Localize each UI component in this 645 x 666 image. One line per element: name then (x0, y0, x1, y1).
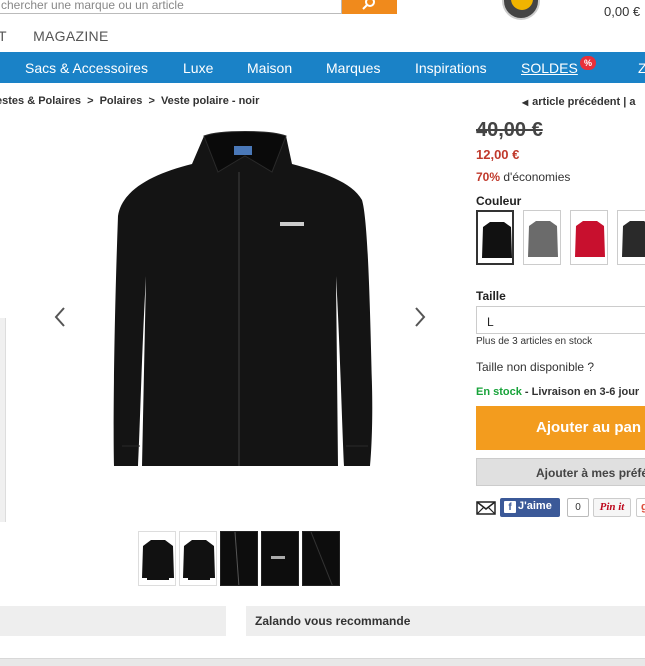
chevron-left-icon (54, 307, 65, 327)
add-to-wishlist-button[interactable]: Ajouter à mes préfé (476, 458, 645, 486)
facebook-icon: f (504, 501, 516, 513)
breadcrumb-item[interactable]: estes & Polaires (0, 95, 81, 107)
sale-badge: % (580, 56, 596, 70)
reebok-logo (280, 222, 304, 226)
nav-item-maison[interactable]: Maison (247, 60, 292, 76)
chevron-right-icon (415, 307, 426, 327)
discount-label: d'économies (503, 170, 571, 184)
size-unavailable-link[interactable]: Taille non disponible ? (476, 360, 594, 374)
nav-item-inspirations[interactable]: Inspirations (415, 60, 487, 76)
gallery-prev-button[interactable] (54, 306, 66, 334)
breadcrumb-separator: > (148, 95, 155, 107)
nav-item-soldes[interactable]: SOLDES (521, 60, 578, 76)
stock-note: Plus de 3 articles en stock (476, 336, 593, 347)
jacket-image (113, 131, 373, 466)
color-swatch-black[interactable] (476, 210, 514, 265)
in-stock-label: En stock (476, 386, 522, 398)
breadcrumb-item[interactable]: Polaires (100, 95, 143, 107)
cart-total[interactable]: 0,00 € (604, 4, 640, 19)
search-button[interactable] (342, 0, 397, 14)
size-label: Taille (476, 289, 506, 303)
secondary-nav-item-magazine[interactable]: MAGAZINE (33, 28, 109, 44)
trusted-shops-badge-icon[interactable] (502, 0, 540, 20)
google-plus-button[interactable]: g (636, 498, 645, 517)
gallery-side-strip (0, 318, 6, 522)
sale-price: 12,00 € (476, 147, 520, 162)
breadcrumb-separator: > (87, 95, 94, 107)
savings-text: 70% d'économies (476, 170, 570, 184)
breadcrumb: estes & Polaires > Polaires > Veste pola… (0, 95, 259, 107)
nav-item-luxe[interactable]: Luxe (183, 60, 213, 76)
discount-percent: 70% (476, 170, 501, 184)
thumbnail[interactable] (220, 531, 258, 586)
nav-item-marques[interactable]: Marques (326, 60, 380, 76)
thumbnail[interactable] (179, 531, 217, 586)
facebook-like-count: 0 (567, 498, 589, 517)
color-swatch-red[interactable] (570, 210, 608, 265)
gallery-next-button[interactable] (414, 306, 426, 334)
old-price: 40,00 € (476, 119, 543, 141)
main-nav: Sacs & Accessoires Luxe Maison Marques I… (0, 52, 645, 83)
mail-icon[interactable] (476, 501, 496, 520)
thumbnail[interactable] (261, 531, 299, 586)
caret-left-icon: ◀ (522, 98, 529, 107)
page-bottom-edge (0, 658, 645, 666)
previous-article-link[interactable]: ◀ article précédent | a (522, 96, 636, 108)
pinterest-button[interactable]: Pin it (593, 498, 631, 517)
delivery-time: - Livraison en 3-6 jour (521, 386, 640, 398)
nav-item-z[interactable]: Z (638, 60, 645, 76)
breadcrumb-current: Veste polaire - noir (160, 95, 260, 107)
secondary-nav-item[interactable]: T (0, 28, 7, 44)
previous-article-label: article précédent | a (532, 96, 636, 108)
secondary-nav: T MAGAZINE (0, 28, 131, 44)
thumbnail[interactable] (302, 531, 340, 586)
color-swatch-dark-grey[interactable] (617, 210, 645, 265)
product-image[interactable] (100, 126, 390, 471)
color-label: Couleur (476, 194, 522, 208)
thumbnail[interactable] (138, 531, 176, 586)
facebook-like-button[interactable]: f J'aime (500, 498, 560, 517)
nav-item-sacs-accessoires[interactable]: Sacs & Accessoires (25, 60, 148, 76)
add-to-cart-button[interactable]: Ajouter au pan (476, 406, 645, 450)
search-input[interactable]: chercher une marque ou un article (0, 0, 342, 14)
facebook-like-label: J'aime (518, 500, 552, 512)
search-icon (362, 0, 375, 10)
delivery-info: En stock - Livraison en 3-6 jour (476, 386, 639, 398)
color-swatch-grey[interactable] (523, 210, 561, 265)
bottom-left-section (0, 606, 226, 636)
recommendations-title: Zalando vous recommande (255, 614, 411, 628)
size-select[interactable]: L (476, 306, 645, 334)
recommendations-header: Zalando vous recommande (246, 606, 645, 636)
